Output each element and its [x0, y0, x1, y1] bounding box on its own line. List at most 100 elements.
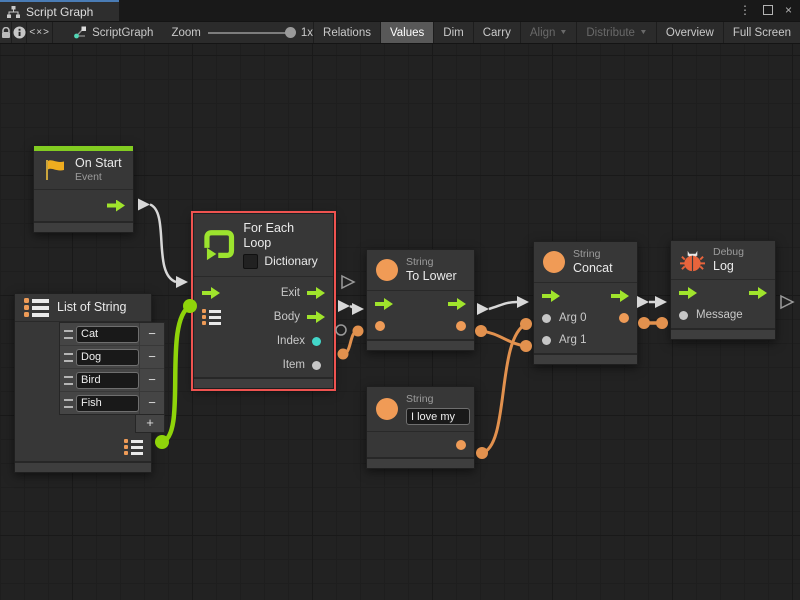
values-label: Values — [390, 27, 424, 39]
inspect-button[interactable] — [12, 22, 27, 43]
string-type-icon — [543, 251, 565, 273]
item-out-port[interactable] — [312, 361, 321, 370]
distribute-button[interactable]: Distribute ▼ — [576, 22, 656, 43]
zoom-slider-knob[interactable] — [285, 27, 296, 38]
flow-out-port[interactable] — [611, 290, 629, 302]
arg0-in-port[interactable] — [542, 314, 551, 323]
fullscreen-button[interactable]: Full Screen — [723, 22, 800, 43]
string-in-port[interactable] — [375, 321, 385, 331]
add-item-button[interactable]: + — [135, 415, 165, 433]
exit-flow-out-port[interactable] — [307, 287, 325, 299]
wire-concat-to-message[interactable] — [638, 317, 668, 329]
string-type-icon — [376, 259, 398, 281]
port-label-item: Item — [283, 359, 305, 371]
list-output-port[interactable] — [124, 439, 143, 455]
node-title: On Start — [75, 156, 122, 171]
log-flow-out-unconnected-port[interactable] — [781, 296, 793, 308]
node-string-literal[interactable]: String — [366, 386, 475, 469]
flow-out-port[interactable] — [749, 287, 767, 299]
overview-button[interactable]: Overview — [656, 22, 723, 43]
arg1-in-port[interactable] — [542, 336, 551, 345]
remove-item-button[interactable]: − — [139, 392, 164, 414]
port-label-index: Index — [277, 335, 305, 347]
node-category: String — [406, 256, 457, 269]
drag-handle-icon[interactable] — [60, 376, 76, 385]
remove-item-button[interactable]: − — [139, 323, 164, 345]
body-flow-out-port[interactable] — [307, 311, 325, 323]
node-title: To Lower — [406, 269, 457, 284]
relations-button[interactable]: Relations — [313, 22, 380, 43]
node-category: String — [573, 248, 613, 261]
flag-icon — [43, 158, 67, 182]
port-label-body: Body — [274, 311, 300, 323]
close-icon[interactable]: × — [785, 2, 792, 18]
list-item-input[interactable] — [76, 326, 139, 343]
node-debug-log[interactable]: Debug Log Message — [670, 240, 776, 340]
dictionary-checkbox[interactable] — [243, 254, 258, 269]
graph-canvas[interactable]: On Start Event List of String − — [0, 44, 800, 600]
node-for-each-loop[interactable]: For Each Loop Dictionary Exit — [193, 213, 334, 389]
maximize-icon[interactable] — [763, 5, 773, 15]
list-item-input[interactable] — [76, 349, 139, 366]
wire-body-to-tolower[interactable] — [338, 300, 364, 315]
result-out-port[interactable] — [456, 321, 466, 331]
node-footer — [367, 457, 474, 468]
node-concat[interactable]: String Concat Arg 0 Arg 1 — [533, 241, 638, 365]
string-type-icon — [376, 398, 398, 420]
node-list-of-string[interactable]: List of String − − − − — [14, 293, 152, 473]
wire-concat-to-log-flow[interactable] — [637, 296, 667, 308]
tab-script-graph[interactable]: Script Graph — [0, 0, 119, 21]
node-title: Concat — [573, 261, 613, 276]
list-item-input[interactable] — [76, 372, 139, 389]
exit-unconnected-port[interactable] — [342, 276, 354, 288]
flow-in-port[interactable] — [202, 287, 220, 299]
zoom-slider[interactable] — [208, 32, 294, 34]
string-value-input[interactable] — [406, 408, 470, 425]
node-category: String — [406, 393, 470, 406]
carry-button[interactable]: Carry — [473, 22, 520, 43]
node-footer — [671, 328, 775, 339]
wire-tolower-to-concat-flow[interactable] — [477, 296, 529, 315]
node-on-start[interactable]: On Start Event — [33, 145, 134, 233]
collection-in-port[interactable] — [202, 309, 221, 325]
list-item-row: − — [60, 346, 164, 369]
node-subtitle: Event — [75, 171, 122, 184]
flow-in-port[interactable] — [542, 290, 560, 302]
values-button[interactable]: Values — [380, 22, 433, 43]
distribute-label: Distribute — [586, 27, 635, 39]
graph-toolbar: <×> ScriptGraph Zoom 1x Relations Values… — [0, 21, 800, 44]
result-out-port[interactable] — [619, 313, 629, 323]
list-item-row: − — [60, 392, 164, 414]
code-view-button[interactable]: <×> — [27, 22, 53, 43]
align-button[interactable]: Align ▼ — [520, 22, 577, 43]
wire-onstart-to-foreach[interactable] — [138, 199, 188, 289]
remove-item-button[interactable]: − — [139, 346, 164, 368]
flow-in-port[interactable] — [375, 298, 393, 310]
drag-handle-icon[interactable] — [60, 399, 76, 408]
align-label: Align — [530, 27, 556, 39]
drag-handle-icon[interactable] — [60, 353, 76, 362]
index-unconnected-port[interactable] — [336, 325, 346, 335]
port-label-exit: Exit — [281, 287, 300, 299]
wire-item-to-tolower[interactable] — [338, 326, 364, 360]
message-in-port[interactable] — [679, 311, 688, 320]
remove-item-button[interactable]: − — [139, 369, 164, 391]
bug-icon — [680, 248, 705, 273]
value-out-port[interactable] — [456, 440, 466, 450]
drag-handle-icon[interactable] — [60, 330, 76, 339]
flow-in-port[interactable] — [679, 287, 697, 299]
window-menu-icon[interactable]: ⋮ — [739, 2, 751, 18]
dim-button[interactable]: Dim — [433, 22, 472, 43]
node-footer — [367, 339, 474, 350]
graph-asset-breadcrumb[interactable]: ScriptGraph — [73, 22, 153, 43]
list-icon — [24, 298, 49, 317]
flow-out-port[interactable] — [107, 200, 125, 212]
port-label-arg0: Arg 0 — [559, 312, 587, 324]
script-graph-asset-icon — [73, 26, 87, 39]
node-to-lower[interactable]: String To Lower — [366, 249, 475, 351]
node-footer — [34, 221, 133, 232]
flow-out-port[interactable] — [448, 298, 466, 310]
list-item-input[interactable] — [76, 395, 139, 412]
lock-button[interactable] — [0, 22, 12, 43]
index-out-port[interactable] — [312, 337, 321, 346]
